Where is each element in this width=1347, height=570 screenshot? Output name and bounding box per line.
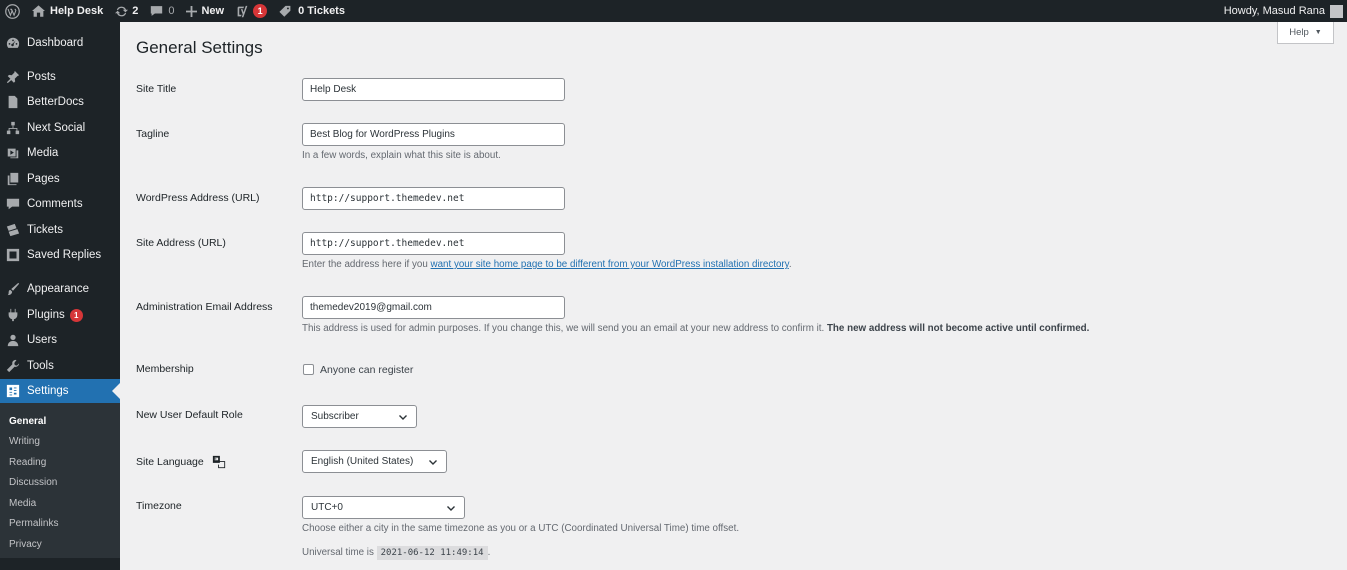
settings-submenu: General Writing Reading Discussion Media… bbox=[0, 403, 120, 558]
yoast-menu[interactable]: 1 bbox=[230, 0, 273, 22]
sidebar-item-users[interactable]: Users bbox=[0, 328, 120, 352]
site-name-menu[interactable]: Help Desk bbox=[26, 0, 109, 22]
pages-icon bbox=[6, 172, 20, 186]
sidebar-item-saved-replies[interactable]: Saved Replies bbox=[0, 243, 120, 267]
site-address-description: Enter the address here if you want your … bbox=[302, 259, 792, 270]
updates-count: 2 bbox=[132, 5, 139, 17]
submenu-discussion[interactable]: Discussion bbox=[9, 477, 57, 488]
sidebar-item-plugins[interactable]: Plugins 1 bbox=[0, 303, 120, 327]
site-address-help-link[interactable]: want your site home page to be different… bbox=[431, 259, 789, 270]
new-label: New bbox=[201, 5, 225, 17]
admin-email-input[interactable]: themedev2019@gmail.com bbox=[302, 296, 565, 319]
tagline-description: In a few words, explain what this site i… bbox=[302, 150, 501, 161]
chevron-down-icon bbox=[447, 505, 455, 511]
anyone-can-register-label[interactable]: Anyone can register bbox=[320, 364, 413, 376]
plugin-icon bbox=[6, 308, 20, 322]
current-menu-arrow bbox=[112, 383, 120, 399]
sidebar-item-tools[interactable]: Tools bbox=[0, 354, 120, 378]
chevron-down-icon bbox=[399, 414, 407, 420]
yoast-icon bbox=[236, 5, 249, 18]
sidebar-item-pages[interactable]: Pages bbox=[0, 167, 120, 191]
replies-icon bbox=[6, 248, 20, 262]
site-address-label: Site Address (URL) bbox=[136, 237, 226, 249]
sidebar-item-dashboard[interactable]: Dashboard bbox=[0, 31, 120, 55]
new-content-menu[interactable]: New bbox=[180, 0, 230, 22]
docs-icon bbox=[6, 95, 20, 109]
help-button[interactable]: Help ▼ bbox=[1277, 22, 1334, 44]
universal-time: Universal time is 2021-06-12 11:49:14. bbox=[302, 546, 491, 560]
submenu-reading[interactable]: Reading bbox=[9, 457, 46, 468]
page-title: General Settings bbox=[136, 38, 263, 57]
sidebar-item-comments[interactable]: Comments bbox=[0, 192, 120, 216]
timezone-select[interactable]: UTC+0 bbox=[302, 496, 465, 519]
settings-icon bbox=[6, 384, 20, 398]
site-address-input[interactable]: http://support.themedev.net bbox=[302, 232, 565, 255]
wordpress-address-input[interactable]: http://support.themedev.net bbox=[302, 187, 565, 210]
account-menu[interactable]: Howdy, Masud Rana bbox=[1218, 0, 1347, 22]
brush-icon bbox=[6, 282, 20, 296]
sidebar-item-media[interactable]: Media bbox=[0, 141, 120, 165]
avatar bbox=[1330, 4, 1343, 18]
default-role-label: New User Default Role bbox=[136, 409, 243, 421]
sidebar-item-settings[interactable]: Settings bbox=[0, 379, 120, 403]
timezone-description: Choose either a city in the same timezon… bbox=[302, 523, 740, 534]
tagline-label: Tagline bbox=[136, 128, 170, 140]
main-content: General Settings Help ▼ Site Title Help … bbox=[120, 22, 1347, 570]
yoast-count: 1 bbox=[253, 4, 268, 18]
site-name: Help Desk bbox=[50, 5, 104, 17]
plus-icon bbox=[186, 5, 198, 17]
tickets-label: 0 Tickets bbox=[298, 5, 345, 17]
comments-menu[interactable]: 0 bbox=[144, 0, 180, 22]
wrench-icon bbox=[6, 359, 20, 373]
admin-menu: Dashboard Posts BetterDocs Next Social M… bbox=[0, 22, 120, 570]
site-language-label: Site Language bbox=[136, 455, 226, 469]
sidebar-item-appearance[interactable]: Appearance bbox=[0, 277, 120, 301]
updates-icon bbox=[115, 5, 129, 18]
tickets-menu[interactable]: 0 Tickets bbox=[273, 0, 351, 22]
dashboard-icon bbox=[6, 36, 20, 50]
admin-email-description: This address is used for admin purposes.… bbox=[302, 323, 1090, 334]
admin-email-label: Administration Email Address bbox=[136, 301, 273, 313]
submenu-media[interactable]: Media bbox=[9, 498, 36, 509]
membership-label: Membership bbox=[136, 363, 194, 375]
comments-count: 0 bbox=[168, 5, 175, 17]
default-role-select[interactable]: Subscriber bbox=[302, 405, 417, 428]
plugin-update-badge: 1 bbox=[69, 308, 83, 322]
tag-icon bbox=[279, 5, 292, 18]
sidebar-item-betterdocs[interactable]: BetterDocs bbox=[0, 90, 120, 114]
wordpress-address-label: WordPress Address (URL) bbox=[136, 192, 260, 204]
submenu-privacy[interactable]: Privacy bbox=[9, 539, 42, 550]
universal-time-value: 2021-06-12 11:49:14 bbox=[376, 546, 488, 560]
chevron-down-icon bbox=[429, 459, 437, 465]
home-icon bbox=[32, 5, 45, 17]
social-icon bbox=[6, 121, 20, 135]
wordpress-logo-icon[interactable] bbox=[0, 0, 26, 22]
admin-bar: Help Desk 2 0 New 1 0 Tickets Howdy, Mas… bbox=[0, 0, 1347, 22]
caret-down-icon: ▼ bbox=[1314, 29, 1322, 36]
sidebar-item-posts[interactable]: Posts bbox=[0, 65, 120, 89]
pin-icon bbox=[6, 70, 20, 84]
timezone-label: Timezone bbox=[136, 500, 182, 512]
comment-icon bbox=[6, 197, 20, 211]
updates-menu[interactable]: 2 bbox=[109, 0, 144, 22]
anyone-can-register-checkbox[interactable] bbox=[303, 364, 314, 375]
tickets-icon bbox=[6, 223, 20, 237]
site-language-select[interactable]: English (United States) bbox=[302, 450, 447, 473]
media-icon bbox=[6, 146, 20, 160]
submenu-permalinks[interactable]: Permalinks bbox=[9, 518, 58, 529]
translation-icon bbox=[212, 455, 226, 469]
howdy-text: Howdy, Masud Rana bbox=[1223, 5, 1325, 17]
submenu-general[interactable]: General bbox=[9, 416, 46, 427]
comment-icon bbox=[150, 5, 163, 17]
sidebar-item-tickets[interactable]: Tickets bbox=[0, 218, 120, 242]
site-title-input[interactable]: Help Desk bbox=[302, 78, 565, 101]
users-icon bbox=[6, 333, 20, 347]
sidebar-item-next-social[interactable]: Next Social bbox=[0, 116, 120, 140]
tagline-input[interactable]: Best Blog for WordPress Plugins bbox=[302, 123, 565, 146]
submenu-writing[interactable]: Writing bbox=[9, 436, 40, 447]
site-title-label: Site Title bbox=[136, 83, 177, 95]
